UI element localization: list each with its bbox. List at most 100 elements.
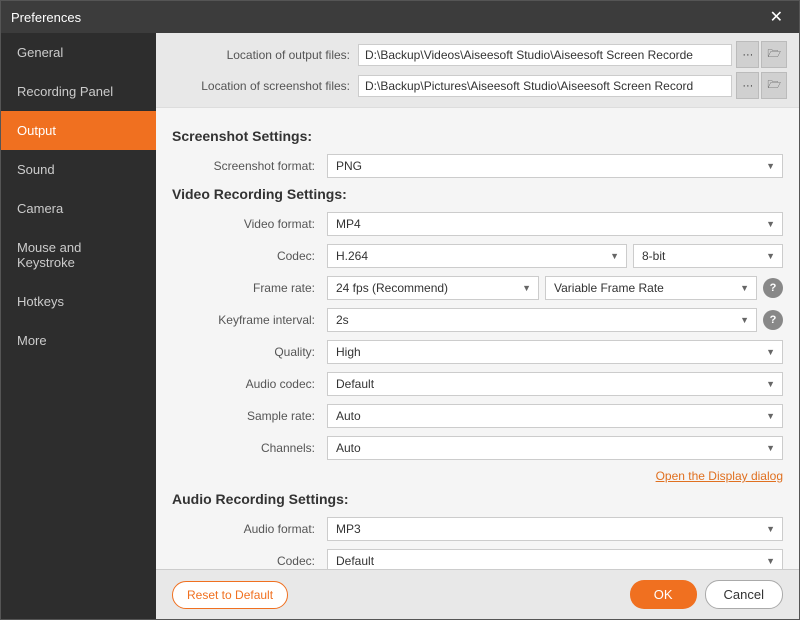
audio-codec-select[interactable]: DefaultAACMP3 bbox=[327, 372, 783, 396]
frame-rate-select-wrapper: 24 fps (Recommend)30 fps60 fps bbox=[327, 276, 539, 300]
output-folder-button[interactable]: 🗁 bbox=[761, 41, 787, 68]
quality-select-wrapper: HighMediumLowLosslessVery High bbox=[327, 340, 783, 364]
channels-controls: AutoStereoMono bbox=[327, 436, 783, 460]
quality-label: Quality: bbox=[172, 345, 327, 359]
sample-rate-select-wrapper: Auto44100 Hz48000 Hz bbox=[327, 404, 783, 428]
video-format-row: Video format: MP4MOVAVIFLV bbox=[172, 212, 783, 236]
ok-button[interactable]: OK bbox=[630, 580, 697, 609]
frame-rate-select[interactable]: 24 fps (Recommend)30 fps60 fps bbox=[327, 276, 539, 300]
keyframe-controls: 2s1s3s5s ? bbox=[327, 308, 783, 332]
video-codec-controls: H.264H.265VP8 8-bit10-bit bbox=[327, 244, 783, 268]
screenshot-file-value: D:\Backup\Pictures\Aiseesoft Studio\Aise… bbox=[358, 75, 732, 97]
sidebar-item-camera[interactable]: Camera bbox=[1, 189, 156, 228]
main-panel: Location of output files: D:\Backup\Vide… bbox=[156, 33, 799, 619]
keyframe-select-wrapper: 2s1s3s5s bbox=[327, 308, 757, 332]
frame-rate-label: Frame rate: bbox=[172, 281, 327, 295]
audio-codec-label: Audio codec: bbox=[172, 377, 327, 391]
output-file-row: Location of output files: D:\Backup\Vide… bbox=[168, 41, 787, 68]
video-codec-label: Codec: bbox=[172, 249, 327, 263]
variable-frame-select-wrapper: Variable Frame RateConstant Frame Rate bbox=[545, 276, 757, 300]
sidebar: GeneralRecording PanelOutputSoundCameraM… bbox=[1, 33, 156, 619]
audio-format-label: Audio format: bbox=[172, 522, 327, 536]
audio-format-row: Audio format: MP3AACWAVFLAC bbox=[172, 517, 783, 541]
keyframe-select[interactable]: 2s1s3s5s bbox=[327, 308, 757, 332]
audio-codec2-row: Codec: DefaultAACMP3 bbox=[172, 549, 783, 569]
screenshot-dots-button[interactable]: ··· bbox=[736, 72, 759, 99]
scrollable-content[interactable]: Location of output files: D:\Backup\Vide… bbox=[156, 33, 799, 569]
keyframe-label: Keyframe interval: bbox=[172, 313, 327, 327]
main-content-area: GeneralRecording PanelOutputSoundCameraM… bbox=[1, 33, 799, 619]
output-file-actions: ··· 🗁 bbox=[736, 41, 787, 68]
sidebar-item-sound[interactable]: Sound bbox=[1, 150, 156, 189]
frame-rate-row: Frame rate: 24 fps (Recommend)30 fps60 f… bbox=[172, 276, 783, 300]
sidebar-item-hotkeys[interactable]: Hotkeys bbox=[1, 282, 156, 321]
output-file-label: Location of output files: bbox=[168, 48, 358, 62]
preferences-window: Preferences ✕ GeneralRecording PanelOutp… bbox=[0, 0, 800, 620]
title-bar: Preferences ✕ bbox=[1, 1, 799, 33]
quality-row: Quality: HighMediumLowLosslessVery High bbox=[172, 340, 783, 364]
audio-codec-select-wrapper: DefaultAACMP3 bbox=[327, 372, 783, 396]
frame-rate-controls: 24 fps (Recommend)30 fps60 fps Variable … bbox=[327, 276, 783, 300]
audio-codec2-label: Codec: bbox=[172, 554, 327, 568]
keyframe-row: Keyframe interval: 2s1s3s5s ? bbox=[172, 308, 783, 332]
screenshot-format-select-wrapper: PNG JPG BMP bbox=[327, 154, 783, 178]
screenshot-format-label: Screenshot format: bbox=[172, 159, 327, 173]
screenshot-file-actions: ··· 🗁 bbox=[736, 72, 787, 99]
video-codec-select[interactable]: H.264H.265VP8 bbox=[327, 244, 627, 268]
close-button[interactable]: ✕ bbox=[764, 3, 789, 31]
reset-button[interactable]: Reset to Default bbox=[172, 581, 288, 609]
channels-select-wrapper: AutoStereoMono bbox=[327, 436, 783, 460]
output-file-value: D:\Backup\Videos\Aiseesoft Studio\Aisees… bbox=[358, 44, 732, 66]
settings-sections: Screenshot Settings: Screenshot format: … bbox=[156, 108, 799, 569]
screenshot-folder-button[interactable]: 🗁 bbox=[761, 72, 787, 99]
action-buttons: OK Cancel bbox=[630, 580, 783, 609]
audio-codec2-controls: DefaultAACMP3 bbox=[327, 549, 783, 569]
screenshot-format-controls: PNG JPG BMP bbox=[327, 154, 783, 178]
screenshot-file-label: Location of screenshot files: bbox=[168, 79, 358, 93]
sidebar-item-recording-panel[interactable]: Recording Panel bbox=[1, 72, 156, 111]
sidebar-item-mouse-keystroke[interactable]: Mouse and Keystroke bbox=[1, 228, 156, 282]
variable-frame-select[interactable]: Variable Frame RateConstant Frame Rate bbox=[545, 276, 757, 300]
audio-codec2-select-wrapper: DefaultAACMP3 bbox=[327, 549, 783, 569]
video-codec-row: Codec: H.264H.265VP8 8-bit10-bit bbox=[172, 244, 783, 268]
display-dialog-link[interactable]: Open the Display dialog bbox=[656, 469, 783, 483]
sidebar-item-more[interactable]: More bbox=[1, 321, 156, 360]
screenshot-format-row: Screenshot format: PNG JPG BMP bbox=[172, 154, 783, 178]
display-link-row: Open the Display dialog bbox=[172, 468, 783, 483]
screenshot-section-title: Screenshot Settings: bbox=[172, 128, 783, 144]
window-title: Preferences bbox=[11, 10, 81, 25]
sample-rate-label: Sample rate: bbox=[172, 409, 327, 423]
audio-codec2-select[interactable]: DefaultAACMP3 bbox=[327, 549, 783, 569]
video-format-label: Video format: bbox=[172, 217, 327, 231]
channels-row: Channels: AutoStereoMono bbox=[172, 436, 783, 460]
audio-codec-controls: DefaultAACMP3 bbox=[327, 372, 783, 396]
video-section-title: Video Recording Settings: bbox=[172, 186, 783, 202]
video-format-select-wrapper: MP4MOVAVIFLV bbox=[327, 212, 783, 236]
sample-rate-row: Sample rate: Auto44100 Hz48000 Hz bbox=[172, 404, 783, 428]
video-bitdepth-select[interactable]: 8-bit10-bit bbox=[633, 244, 783, 268]
quality-controls: HighMediumLowLosslessVery High bbox=[327, 340, 783, 364]
video-bitdepth-select-wrapper: 8-bit10-bit bbox=[633, 244, 783, 268]
file-locations-section: Location of output files: D:\Backup\Vide… bbox=[156, 33, 799, 108]
video-format-select[interactable]: MP4MOVAVIFLV bbox=[327, 212, 783, 236]
video-format-controls: MP4MOVAVIFLV bbox=[327, 212, 783, 236]
audio-format-select-wrapper: MP3AACWAVFLAC bbox=[327, 517, 783, 541]
audio-format-controls: MP3AACWAVFLAC bbox=[327, 517, 783, 541]
channels-label: Channels: bbox=[172, 441, 327, 455]
audio-section-title: Audio Recording Settings: bbox=[172, 491, 783, 507]
quality-select[interactable]: HighMediumLowLosslessVery High bbox=[327, 340, 783, 364]
screenshot-format-select[interactable]: PNG JPG BMP bbox=[327, 154, 783, 178]
sample-rate-controls: Auto44100 Hz48000 Hz bbox=[327, 404, 783, 428]
bottom-bar: Reset to Default OK Cancel bbox=[156, 569, 799, 619]
audio-codec-row: Audio codec: DefaultAACMP3 bbox=[172, 372, 783, 396]
output-dots-button[interactable]: ··· bbox=[736, 41, 759, 68]
keyframe-help-button[interactable]: ? bbox=[763, 310, 783, 330]
sidebar-item-output[interactable]: Output bbox=[1, 111, 156, 150]
frame-rate-help-button[interactable]: ? bbox=[763, 278, 783, 298]
sidebar-item-general[interactable]: General bbox=[1, 33, 156, 72]
sample-rate-select[interactable]: Auto44100 Hz48000 Hz bbox=[327, 404, 783, 428]
audio-format-select[interactable]: MP3AACWAVFLAC bbox=[327, 517, 783, 541]
video-codec-select-wrapper: H.264H.265VP8 bbox=[327, 244, 627, 268]
cancel-button[interactable]: Cancel bbox=[705, 580, 783, 609]
channels-select[interactable]: AutoStereoMono bbox=[327, 436, 783, 460]
